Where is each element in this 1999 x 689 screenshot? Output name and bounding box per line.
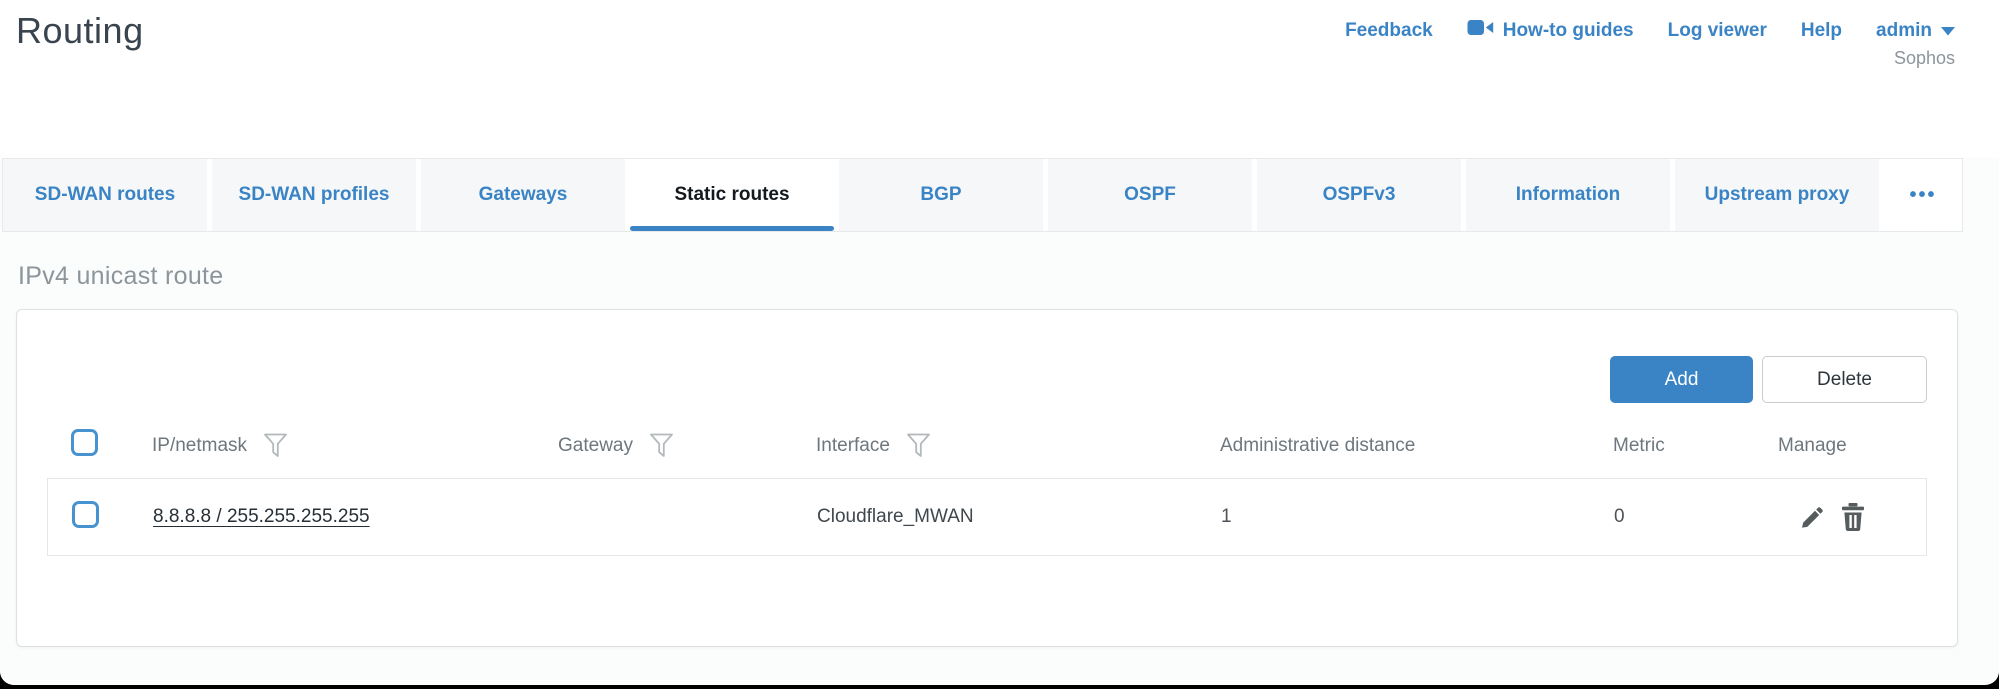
- howto-guides-link[interactable]: How-to guides: [1467, 18, 1634, 43]
- cell-administrative-distance: 1: [1221, 506, 1614, 528]
- tabs-overflow-button[interactable]: •••: [1884, 159, 1962, 231]
- user-menu[interactable]: admin: [1876, 20, 1955, 42]
- routes-card: Add Delete IP/netmask Gateway: [16, 309, 1958, 647]
- column-gateway: Gateway: [558, 432, 816, 459]
- trash-icon[interactable]: [1840, 502, 1866, 532]
- help-link[interactable]: Help: [1801, 20, 1842, 42]
- column-metric: Metric: [1613, 435, 1778, 457]
- section-title: IPv4 unicast route: [16, 232, 1958, 291]
- tabbar-wrap: SD-WAN routes SD-WAN profiles Gateways S…: [0, 158, 1999, 232]
- feedback-link[interactable]: Feedback: [1345, 20, 1433, 42]
- tab-ospf[interactable]: OSPF: [1048, 159, 1252, 231]
- header-links: Feedback How-to guides Log viewer Help: [1345, 10, 1955, 43]
- filter-funnel-icon[interactable]: [906, 432, 931, 459]
- select-all-checkbox[interactable]: [71, 429, 98, 456]
- filter-funnel-icon[interactable]: [649, 432, 674, 459]
- app-window: Routing Feedback How-to guides Log: [0, 0, 1999, 685]
- delete-button[interactable]: Delete: [1762, 356, 1927, 403]
- caret-down-icon: [1941, 20, 1955, 42]
- cell-interface: Cloudflare_MWAN: [817, 506, 1221, 528]
- tab-static-routes[interactable]: Static routes: [630, 159, 834, 231]
- column-ip-netmask: IP/netmask: [152, 432, 558, 459]
- ip-netmask-link[interactable]: 8.8.8.8 / 255.255.255.255: [153, 506, 370, 527]
- filter-funnel-icon[interactable]: [263, 432, 288, 459]
- table-actions: Add Delete: [47, 356, 1927, 403]
- main-content: IPv4 unicast route Add Delete IP/netmask: [0, 232, 1999, 685]
- tab-gateways[interactable]: Gateways: [421, 159, 625, 231]
- table-header: IP/netmask Gateway Interface: [47, 429, 1927, 459]
- page-header: Routing Feedback How-to guides Log: [0, 0, 1999, 158]
- row-checkbox-cell: [48, 501, 153, 534]
- add-button[interactable]: Add: [1610, 356, 1753, 403]
- row-checkbox[interactable]: [72, 501, 99, 528]
- tab-bar: SD-WAN routes SD-WAN profiles Gateways S…: [2, 158, 1963, 232]
- log-viewer-link[interactable]: Log viewer: [1668, 20, 1767, 42]
- tab-sdwan-profiles[interactable]: SD-WAN profiles: [212, 159, 416, 231]
- tab-sdwan-routes[interactable]: SD-WAN routes: [3, 159, 207, 231]
- tab-upstream-proxy[interactable]: Upstream proxy: [1675, 159, 1879, 231]
- user-menu-label: admin: [1876, 20, 1932, 42]
- header-right: Feedback How-to guides Log viewer Help: [1345, 10, 1955, 69]
- table-row: 8.8.8.8 / 255.255.255.255 Cloudflare_MWA…: [47, 478, 1927, 556]
- video-camera-icon: [1467, 18, 1494, 43]
- tab-ospfv3[interactable]: OSPFv3: [1257, 159, 1461, 231]
- edit-pencil-icon[interactable]: [1800, 504, 1826, 530]
- page-title: Routing: [16, 10, 144, 52]
- tab-bgp[interactable]: BGP: [839, 159, 1043, 231]
- cell-manage: [1779, 502, 1926, 532]
- column-administrative-distance: Administrative distance: [1220, 435, 1613, 457]
- cell-ip-netmask: 8.8.8.8 / 255.255.255.255: [153, 506, 559, 528]
- cell-metric: 0: [1614, 506, 1779, 528]
- ellipsis-icon: •••: [1909, 184, 1936, 207]
- org-label: Sophos: [1894, 48, 1955, 69]
- column-interface: Interface: [816, 432, 1220, 459]
- column-manage: Manage: [1778, 435, 1927, 457]
- header-checkbox-cell: [47, 429, 152, 462]
- tab-information[interactable]: Information: [1466, 159, 1670, 231]
